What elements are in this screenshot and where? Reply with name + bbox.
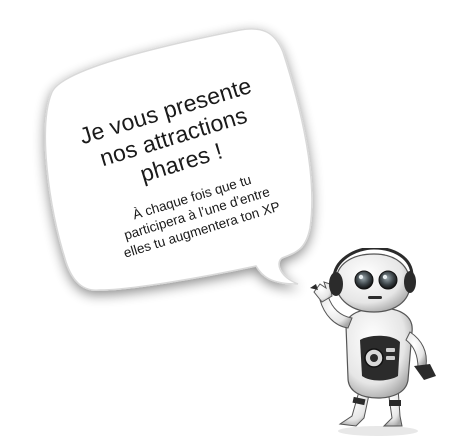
scene: Je vous presente nos attractions phares … bbox=[0, 0, 454, 442]
robot-right-eye-glint bbox=[382, 274, 388, 280]
robot-left-eye-glint bbox=[358, 274, 364, 280]
robot-right-hand bbox=[414, 364, 436, 380]
robot-left-fingertip bbox=[310, 284, 318, 290]
robot-chest-speaker-center bbox=[370, 354, 378, 362]
robot-chest-light-2 bbox=[386, 356, 395, 360]
robot-knee-right bbox=[389, 400, 401, 406]
robot-icon bbox=[290, 246, 450, 438]
robot-right-ear bbox=[404, 271, 416, 293]
robot-chest-light-1 bbox=[386, 348, 395, 352]
robot-mouth bbox=[368, 296, 382, 299]
robot-shadow bbox=[338, 426, 418, 436]
robot-right-eye bbox=[378, 270, 398, 290]
robot-left-eye bbox=[354, 270, 374, 290]
robot-left-ear bbox=[329, 272, 343, 296]
robot-illustration bbox=[310, 246, 436, 436]
